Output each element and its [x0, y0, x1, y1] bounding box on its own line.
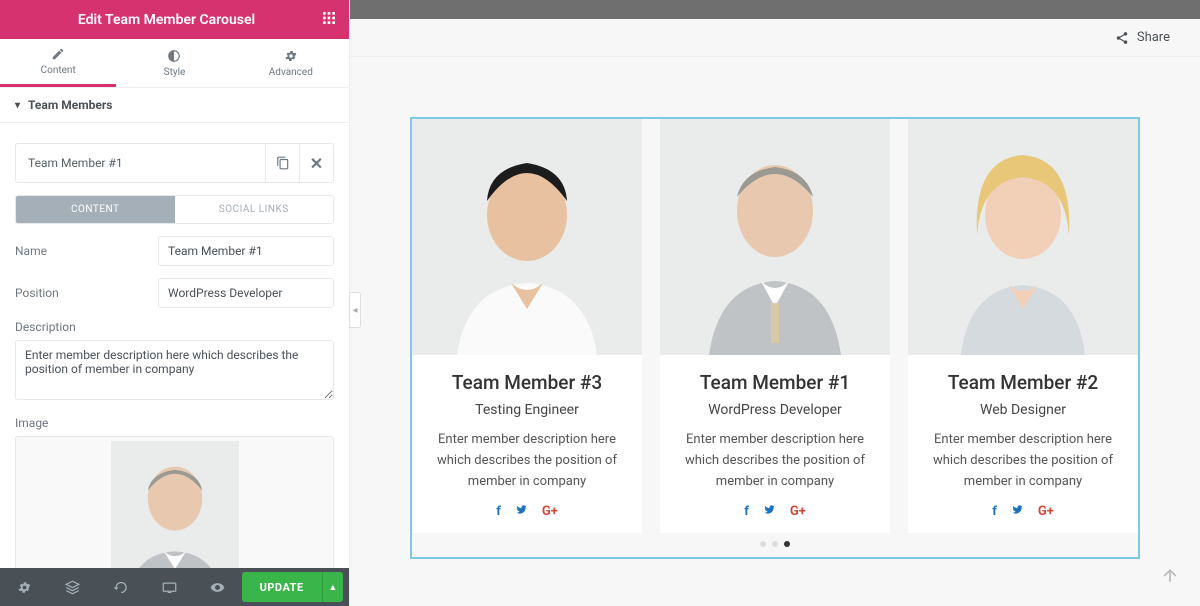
- member-position: Testing Engineer: [422, 402, 632, 418]
- section-title: Team Members: [28, 98, 112, 112]
- preview-button[interactable]: [193, 568, 241, 606]
- share-label[interactable]: Share: [1137, 30, 1170, 45]
- twitter-icon[interactable]: [515, 504, 528, 519]
- facebook-icon[interactable]: f: [744, 504, 749, 519]
- tab-content-label: Content: [41, 65, 76, 76]
- avatar-placeholder-icon: [110, 441, 240, 568]
- image-label: Image: [15, 416, 334, 430]
- member-photo: [412, 119, 642, 355]
- facebook-icon[interactable]: f: [496, 504, 501, 519]
- section-team-members[interactable]: ▾ Team Members: [0, 88, 349, 123]
- team-card: Team Member #2 Web Designer Enter member…: [908, 119, 1138, 533]
- editor-header: Edit Team Member Carousel: [0, 0, 349, 39]
- member-name: Team Member #1: [670, 371, 880, 394]
- remove-button[interactable]: ✕: [299, 144, 333, 182]
- team-card: Team Member #3 Testing Engineer Enter me…: [412, 119, 642, 533]
- update-options-button[interactable]: ▲: [322, 572, 343, 602]
- carousel-dot[interactable]: [772, 541, 778, 547]
- tab-advanced-label: Advanced: [269, 67, 313, 78]
- chevron-down-icon: ▾: [15, 100, 20, 111]
- tab-style-label: Style: [164, 67, 186, 78]
- member-photo: [908, 119, 1138, 355]
- settings-button[interactable]: [0, 568, 48, 606]
- member-description: Enter member description here which desc…: [918, 430, 1128, 492]
- description-input[interactable]: Enter member description here which desc…: [15, 340, 334, 400]
- site-admin-bar: [350, 0, 1200, 19]
- update-button[interactable]: UPDATE: [242, 572, 322, 602]
- subtab-bar: CONTENT SOCIAL LINKS: [15, 195, 334, 224]
- duplicate-button[interactable]: [265, 144, 299, 182]
- apps-icon[interactable]: [321, 10, 337, 30]
- responsive-button[interactable]: [145, 568, 193, 606]
- history-button[interactable]: [97, 568, 145, 606]
- tab-style[interactable]: Style: [116, 39, 232, 87]
- member-socials: f G+: [670, 504, 880, 519]
- twitter-icon[interactable]: [1011, 504, 1024, 519]
- team-carousel: 〈 〉 Team Member #3 Testing Engineer Ente…: [410, 117, 1140, 559]
- share-icon: [1115, 31, 1129, 45]
- share-bar: Share: [350, 19, 1200, 57]
- team-card: Team Member #1 WordPress Developer Enter…: [660, 119, 890, 533]
- editor-footer: UPDATE ▲: [0, 568, 349, 606]
- tab-bar: Content Style Advanced: [0, 39, 349, 88]
- image-preview[interactable]: [15, 436, 334, 568]
- member-position: Web Designer: [918, 402, 1128, 418]
- name-input[interactable]: [158, 236, 334, 266]
- member-description: Enter member description here which desc…: [670, 430, 880, 492]
- field-image: Image: [15, 416, 334, 568]
- carousel-dots: [412, 533, 1138, 557]
- repeater-item-title: Team Member #1: [16, 146, 265, 180]
- twitter-icon[interactable]: [763, 504, 776, 519]
- googleplus-icon[interactable]: G+: [790, 504, 806, 519]
- editor-panel: Edit Team Member Carousel Content Style …: [0, 0, 350, 606]
- navigator-button[interactable]: [48, 568, 96, 606]
- position-label: Position: [15, 286, 158, 300]
- subtab-social[interactable]: SOCIAL LINKS: [175, 196, 334, 223]
- field-position: Position: [15, 278, 334, 308]
- carousel-dot[interactable]: [760, 541, 766, 547]
- field-description: Description Enter member description her…: [15, 320, 334, 404]
- tab-content[interactable]: Content: [0, 39, 116, 87]
- member-photo: [660, 119, 890, 355]
- member-position: WordPress Developer: [670, 402, 880, 418]
- editor-title: Edit Team Member Carousel: [12, 12, 321, 28]
- facebook-icon[interactable]: f: [992, 504, 997, 519]
- carousel-dot[interactable]: [784, 541, 790, 547]
- tab-advanced[interactable]: Advanced: [233, 39, 349, 87]
- repeater-item-header[interactable]: Team Member #1 ✕: [15, 143, 334, 183]
- member-name: Team Member #3: [422, 371, 632, 394]
- googleplus-icon[interactable]: G+: [1038, 504, 1054, 519]
- field-name: Name: [15, 236, 334, 266]
- member-socials: f G+: [422, 504, 632, 519]
- member-socials: f G+: [918, 504, 1128, 519]
- subtab-content[interactable]: CONTENT: [16, 196, 175, 223]
- member-name: Team Member #2: [918, 371, 1128, 394]
- name-label: Name: [15, 244, 158, 258]
- canvas: 〈 〉 Team Member #3 Testing Engineer Ente…: [350, 57, 1200, 606]
- description-label: Description: [15, 320, 334, 334]
- panel-body: Team Member #1 ✕ CONTENT SOCIAL LINKS Na…: [0, 123, 349, 568]
- position-input[interactable]: [158, 278, 334, 308]
- scroll-top-button[interactable]: [1160, 566, 1180, 586]
- preview-area: ◂ Share 〈 〉 Team Member #3 Testing Engin…: [350, 0, 1200, 606]
- googleplus-icon[interactable]: G+: [542, 504, 558, 519]
- carousel-track: Team Member #3 Testing Engineer Enter me…: [412, 119, 1138, 533]
- member-description: Enter member description here which desc…: [422, 430, 632, 492]
